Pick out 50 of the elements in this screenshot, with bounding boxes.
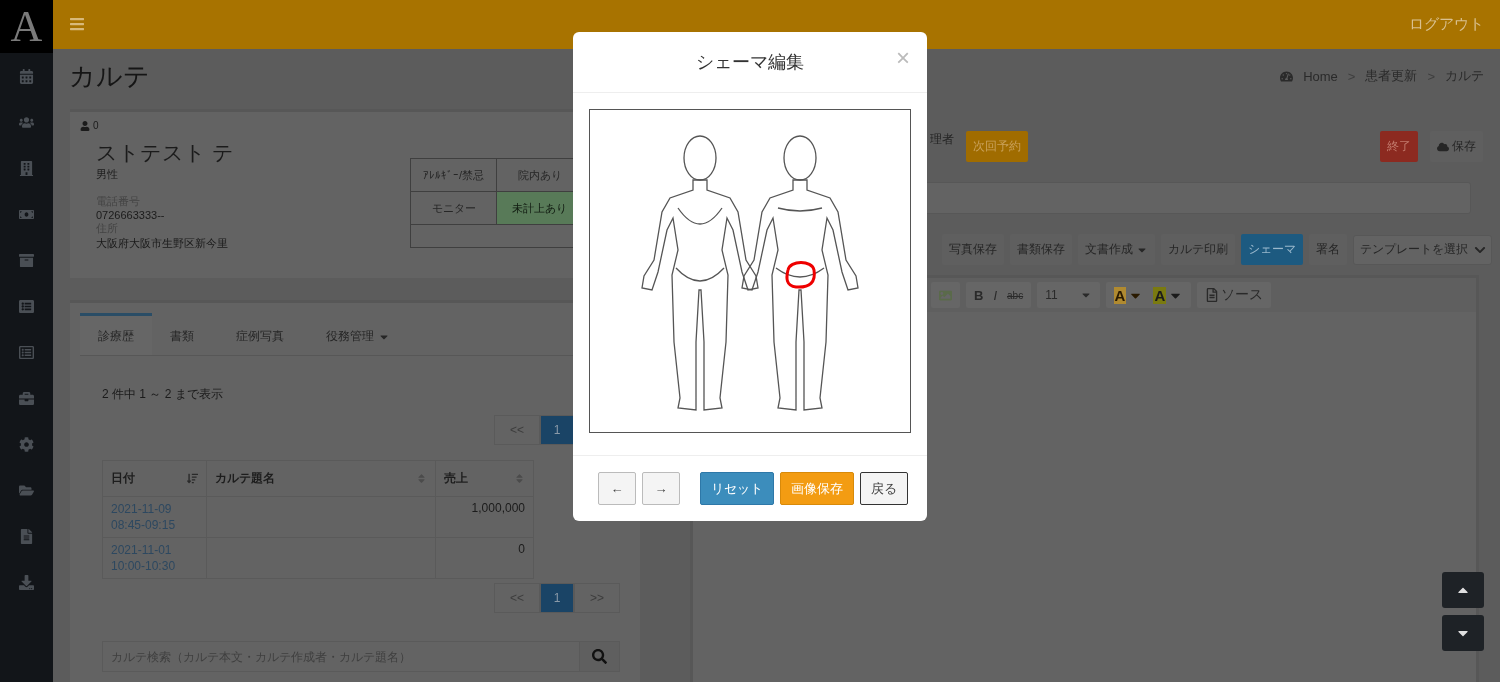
- phone-number: 0726663333--: [96, 209, 166, 221]
- scroll-down-button[interactable]: [1442, 615, 1484, 651]
- document-icon: [1205, 288, 1220, 302]
- menu-icon[interactable]: [69, 16, 85, 33]
- next-appointment-button[interactable]: 次回予約: [966, 131, 1028, 162]
- scroll-up-button[interactable]: [1442, 572, 1484, 608]
- column-header[interactable]: カルテ題名: [206, 460, 436, 497]
- pagination-button[interactable]: <<: [494, 415, 540, 445]
- next-button[interactable]: →: [642, 472, 680, 505]
- drawing-canvas[interactable]: [589, 109, 911, 433]
- pagination-button[interactable]: <<: [494, 583, 540, 613]
- breadcrumb-separator: >: [1347, 68, 1356, 84]
- back-button[interactable]: 戻る: [860, 472, 908, 505]
- pagination-button[interactable]: >>: [574, 583, 620, 613]
- patient-id: 0: [93, 120, 99, 131]
- italic-button[interactable]: I: [993, 287, 997, 303]
- highlight-color-button[interactable]: A: [1153, 286, 1184, 304]
- logo: A: [0, 0, 53, 53]
- font-color-button[interactable]: A: [1113, 286, 1144, 304]
- search-icon: [592, 649, 607, 664]
- dialog-title: シェーマ編集: [696, 51, 804, 74]
- toolbar-button[interactable]: シェーマ: [1241, 234, 1303, 265]
- page-title: カルテ: [69, 59, 150, 93]
- table-cell: 0: [435, 537, 534, 579]
- circle-mark: [785, 261, 816, 289]
- sort-icon: [514, 473, 525, 484]
- cloud-icon: [1437, 140, 1449, 153]
- address-text: 大阪府大阪市生野区新今里: [96, 236, 229, 251]
- sort-icon: [416, 473, 428, 484]
- sort-icon: [186, 473, 198, 484]
- breadcrumb-separator: >: [1427, 68, 1435, 84]
- logout-link[interactable]: ログアウト: [1409, 14, 1484, 34]
- column-header[interactable]: 日付: [102, 460, 207, 497]
- previous-button[interactable]: ←: [598, 472, 636, 505]
- reset-button[interactable]: リセット: [700, 472, 774, 505]
- user-icon: [80, 120, 90, 131]
- tab[interactable]: 書類: [152, 313, 212, 355]
- close-button[interactable]: ×: [896, 44, 910, 72]
- strikethrough-button[interactable]: abc: [1007, 289, 1024, 301]
- pagination-button[interactable]: 1: [540, 415, 574, 445]
- column-header[interactable]: 売上: [435, 460, 534, 497]
- result-summary: 2 件中 1 ～ 2 まで表示: [102, 386, 224, 403]
- dashboard-icon: [1280, 69, 1294, 83]
- table-cell: 1,000,000: [435, 496, 534, 538]
- pagination-button[interactable]: 1: [540, 583, 574, 613]
- end-button[interactable]: 終了: [1380, 131, 1418, 162]
- search-button[interactable]: [579, 642, 619, 671]
- bold-button[interactable]: B: [974, 287, 984, 303]
- save-image-button[interactable]: 画像保存: [780, 472, 854, 505]
- patient-name: ストテスト テ: [96, 140, 235, 166]
